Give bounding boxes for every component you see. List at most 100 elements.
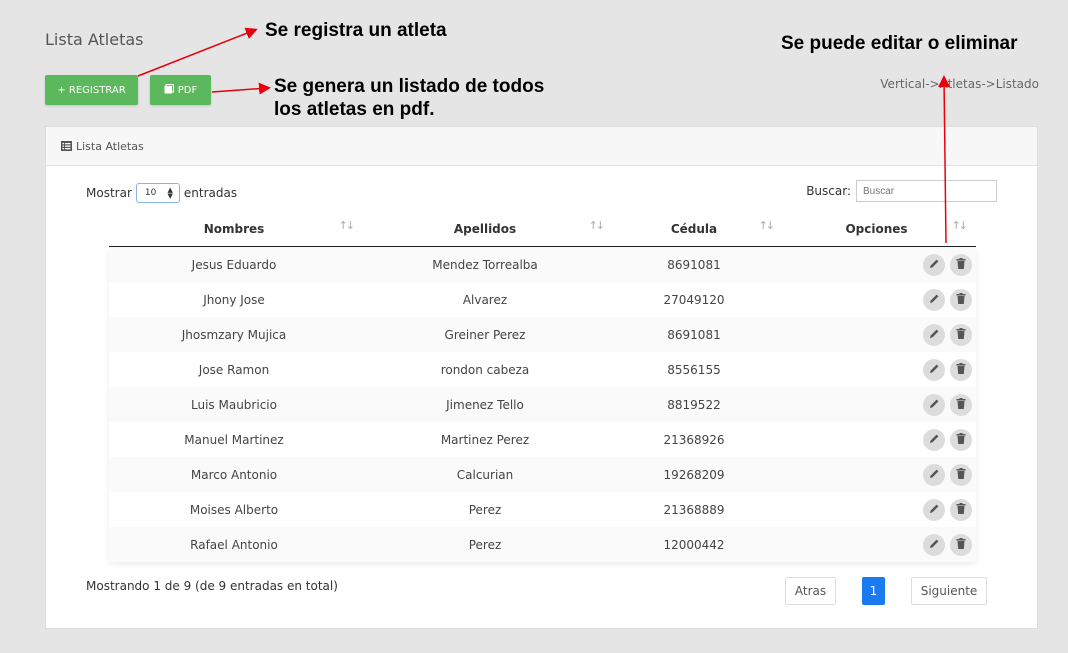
table-cell: Jhosmzary Mujica xyxy=(181,327,287,342)
column-header-label: Opciones xyxy=(845,222,908,236)
row-options xyxy=(777,247,976,282)
select-arrows-icon: ▲ ▼ xyxy=(167,186,173,200)
table-cell: Jimenez Tello xyxy=(446,397,524,412)
row-options xyxy=(777,422,976,457)
table-header: Nombres ↑↓ Apellidos ↑↓ Cédula ↑↓ Opcion… xyxy=(109,213,976,247)
table-body: Jesus Eduardo Mendez Torrealba 8691081 Jhon… xyxy=(109,247,976,562)
edit-icon xyxy=(929,363,940,377)
table-info: Mostrando 1 de 9 (de 9 entradas en total… xyxy=(86,579,338,593)
row-options xyxy=(777,352,976,387)
trash-icon xyxy=(956,363,966,377)
table-cell: 8691081 xyxy=(667,327,721,342)
delete-button[interactable] xyxy=(950,394,972,416)
delete-button[interactable] xyxy=(950,324,972,346)
column-header-cedula[interactable]: Cédula ↑↓ xyxy=(611,213,777,246)
delete-button[interactable] xyxy=(950,359,972,381)
table-cell: Martinez Perez xyxy=(440,432,530,447)
table-cell: 21368889 xyxy=(663,502,725,517)
register-button-label: + REGISTRAR xyxy=(57,84,126,96)
edit-button[interactable] xyxy=(923,534,945,556)
column-header-nombres[interactable]: Nombres ↑↓ xyxy=(109,213,359,246)
pagination-prev-button[interactable]: Atras xyxy=(785,577,836,605)
table-cell: Perez xyxy=(468,537,502,552)
table-cell: Luis Maubricio xyxy=(191,397,277,412)
edit-button[interactable] xyxy=(923,499,945,521)
table-cell: Perez xyxy=(468,502,502,517)
column-header-label: Apellidos xyxy=(453,222,517,236)
delete-button[interactable] xyxy=(950,499,972,521)
edit-button[interactable] xyxy=(923,324,945,346)
delete-button[interactable] xyxy=(950,464,972,486)
search-label: Buscar: xyxy=(806,184,851,198)
table-cell: 8819522 xyxy=(667,397,721,412)
edit-button[interactable] xyxy=(923,464,945,486)
pagination-next-button[interactable]: Siguiente xyxy=(911,577,987,605)
search-input[interactable] xyxy=(856,180,997,202)
row-options xyxy=(777,492,976,527)
arrow-pdf xyxy=(211,82,271,95)
delete-button[interactable] xyxy=(950,534,972,556)
sort-icon: ↑↓ xyxy=(588,219,606,232)
table-row: Marco Antonio Calcurian 19268209 xyxy=(109,457,976,492)
table-cell: 8691081 xyxy=(667,257,721,272)
row-options xyxy=(777,317,976,352)
table-cell: Moises Alberto xyxy=(189,502,279,517)
delete-button[interactable] xyxy=(950,289,972,311)
entries-label: entradas xyxy=(183,186,238,200)
annotation-pdf-line1: Se genera un listado de todos xyxy=(274,76,545,97)
trash-icon xyxy=(956,538,966,552)
delete-button[interactable] xyxy=(950,429,972,451)
trash-icon xyxy=(956,503,966,517)
trash-icon xyxy=(956,258,966,272)
pdf-button[interactable]: PDF xyxy=(150,75,211,105)
list-icon xyxy=(61,141,72,151)
table-cell: Manuel Martinez xyxy=(184,432,284,447)
table-cell: 12000442 xyxy=(663,537,725,552)
trash-icon xyxy=(956,328,966,342)
page-title: Lista Atletas xyxy=(45,30,144,49)
edit-icon xyxy=(929,328,940,342)
edit-icon xyxy=(929,538,940,552)
row-options xyxy=(777,527,976,562)
trash-icon xyxy=(956,433,966,447)
register-button[interactable]: + REGISTRAR xyxy=(45,75,138,105)
table-cell: 27049120 xyxy=(663,292,725,307)
edit-icon xyxy=(929,468,940,482)
annotation-register: Se registra un atleta xyxy=(265,20,447,41)
table-row: Manuel Martinez Martinez Perez 21368926 xyxy=(109,422,976,457)
table-row: Jhony Jose Alvarez 27049120 xyxy=(109,282,976,317)
edit-button[interactable] xyxy=(923,394,945,416)
edit-icon xyxy=(929,293,940,307)
edit-button[interactable] xyxy=(923,254,945,276)
trash-icon xyxy=(956,468,966,482)
table-row: Luis Maubricio Jimenez Tello 8819522 xyxy=(109,387,976,422)
pdf-button-label: PDF xyxy=(177,84,198,96)
show-label: Mostrar xyxy=(86,186,132,200)
table-cell: Jose Ramon xyxy=(198,362,270,377)
page-size-select[interactable]: 10 ▲ ▼ xyxy=(135,183,180,203)
row-options xyxy=(777,457,976,492)
table-row: Jhosmzary Mujica Greiner Perez 8691081 xyxy=(109,317,976,352)
edit-icon xyxy=(929,433,940,447)
card-header: Lista Atletas xyxy=(46,127,1037,166)
sort-icon: ↑↓ xyxy=(951,219,969,232)
table-row: Moises Alberto Perez 21368889 xyxy=(109,492,976,527)
table-cell: Greiner Perez xyxy=(444,327,526,342)
column-header-apellidos[interactable]: Apellidos ↑↓ xyxy=(359,213,611,246)
column-header-label: Nombres xyxy=(203,222,265,236)
arrow-register xyxy=(137,27,258,77)
athletes-card: Lista Atletas Mostrar 10 ▲ ▼ entradas Bus… xyxy=(45,126,1038,629)
pagination-page-button[interactable]: 1 xyxy=(862,577,885,605)
column-header-opciones[interactable]: Opciones ↑↓ xyxy=(777,213,976,246)
edit-button[interactable] xyxy=(923,289,945,311)
row-options xyxy=(777,387,976,422)
athletes-table: Nombres ↑↓ Apellidos ↑↓ Cédula ↑↓ Opcion… xyxy=(109,213,976,562)
table-cell: Mendez Torrealba xyxy=(432,257,538,272)
table-cell: 19268209 xyxy=(663,467,725,482)
breadcrumb: Vertical->Atletas->Listado xyxy=(880,77,1039,91)
edit-button[interactable] xyxy=(923,359,945,381)
delete-button[interactable] xyxy=(950,254,972,276)
table-row: Jose Ramon rondon cabeza 8556155 xyxy=(109,352,976,387)
edit-button[interactable] xyxy=(923,429,945,451)
table-row: Jesus Eduardo Mendez Torrealba 8691081 xyxy=(109,247,976,282)
